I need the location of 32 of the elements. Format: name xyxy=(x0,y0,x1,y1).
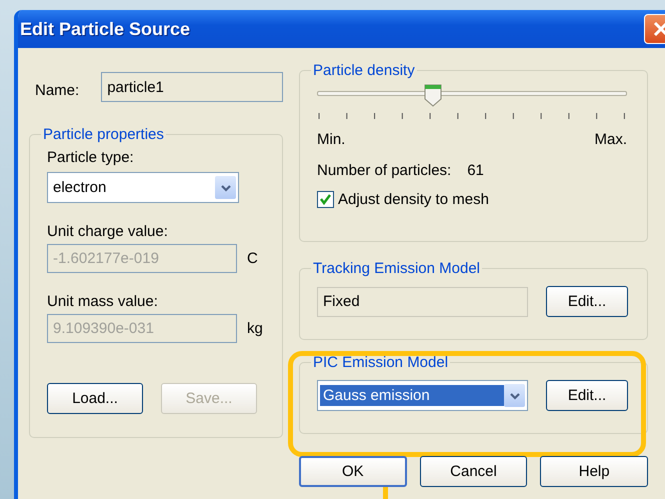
window-title: Edit Particle Source xyxy=(20,18,190,40)
count-label: Number of particles: xyxy=(317,162,452,179)
slider-thumb[interactable] xyxy=(423,83,444,107)
mass-label: Unit mass value: xyxy=(47,293,159,310)
help-button[interactable]: Help xyxy=(540,456,648,487)
close-icon xyxy=(652,20,665,38)
particle-type-dropdown[interactable]: electron xyxy=(47,172,239,203)
name-field[interactable]: particle1 xyxy=(101,72,284,102)
dropdown-value: electron xyxy=(52,178,108,198)
group-title: Tracking Emission Model xyxy=(312,260,481,277)
load-button[interactable]: Load... xyxy=(47,383,143,414)
name-label: Name: xyxy=(35,82,80,98)
checkbox-label: Adjust density to mesh xyxy=(338,191,489,208)
edit-button[interactable]: Edit... xyxy=(546,286,628,317)
min-label: Min. xyxy=(317,131,346,148)
unit-label: C xyxy=(247,250,258,267)
charge-label: Unit charge value: xyxy=(47,223,169,240)
group-title: PIC Emission Model xyxy=(312,354,450,371)
group-title: Particle properties xyxy=(42,126,165,143)
max-label: Max. xyxy=(594,131,627,148)
edit-button[interactable]: Edit... xyxy=(546,380,628,411)
ok-button[interactable]: OK xyxy=(299,456,407,487)
tracking-model-field[interactable]: Fixed xyxy=(317,286,528,316)
group-title: Particle density xyxy=(312,62,416,79)
unit-label: kg xyxy=(247,320,263,337)
particle-type-label: Particle type: xyxy=(47,149,135,166)
pic-model-dropdown[interactable]: Gauss emission xyxy=(317,380,528,411)
cancel-button[interactable]: Cancel xyxy=(420,456,528,487)
dropdown-value: Gauss emission xyxy=(320,385,504,406)
count-value: 61 xyxy=(467,162,484,179)
checkbox[interactable] xyxy=(317,191,334,208)
density-slider[interactable] xyxy=(317,83,627,107)
